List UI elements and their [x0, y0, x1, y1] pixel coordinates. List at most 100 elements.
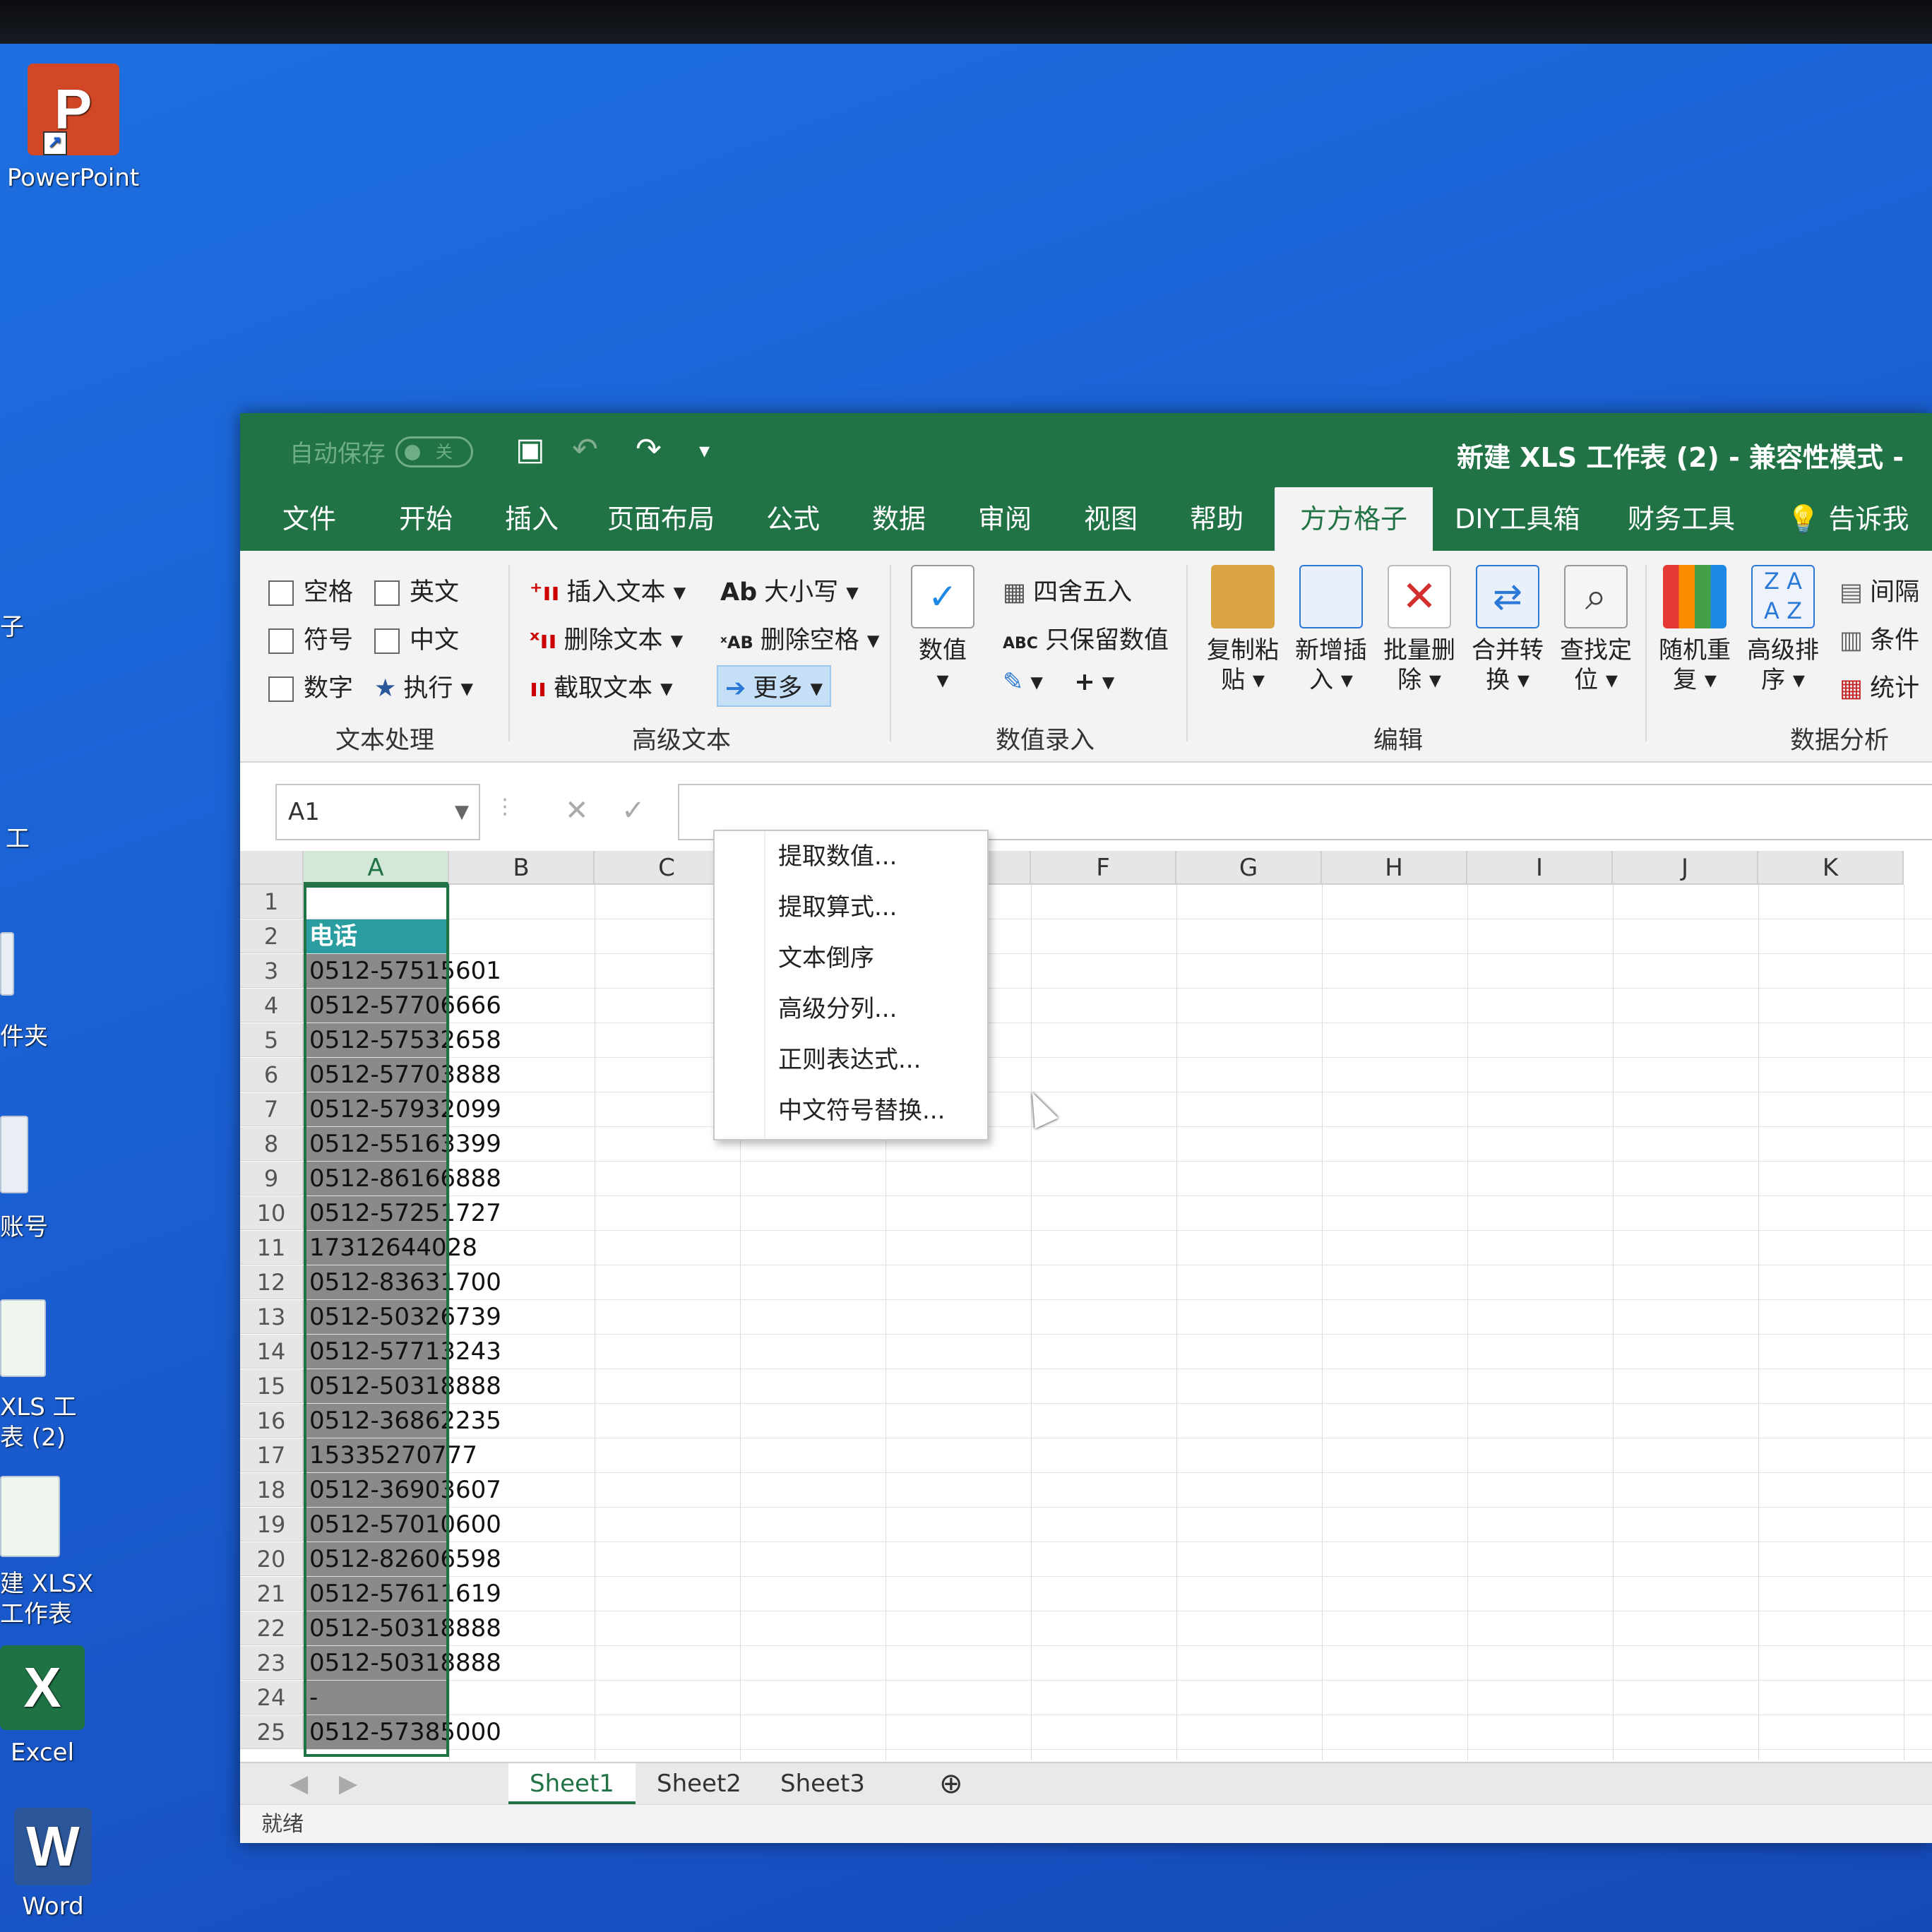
menu-item-extract-number[interactable]: 提取数值...	[715, 831, 987, 882]
row-header[interactable]: 22	[240, 1611, 304, 1645]
tab-tell-me[interactable]: 💡 告诉我你	[1787, 487, 1932, 598]
table-cell[interactable]: 0512-57385000	[305, 1715, 501, 1749]
menu-item-chinese-symbol-replace[interactable]: 中文符号替换...	[715, 1085, 987, 1136]
add-sheet-icon[interactable]: ⊕	[918, 1763, 984, 1804]
column-header[interactable]: I	[1467, 851, 1613, 885]
row-header[interactable]: 14	[240, 1335, 304, 1368]
column-header[interactable]: G	[1176, 851, 1322, 885]
row-header[interactable]: 8	[240, 1127, 304, 1161]
row-header[interactable]: 6	[240, 1058, 304, 1092]
advanced-sort-button[interactable]: Z AA Z 高级排序 ▾	[1741, 565, 1825, 695]
table-cell[interactable]	[305, 885, 446, 919]
tab-diy-toolbox[interactable]: DIY工具箱	[1455, 487, 1580, 551]
table-cell[interactable]: 0512-57932099	[305, 1092, 501, 1126]
table-cell[interactable]: 0512-57532658	[305, 1023, 501, 1057]
interval-button[interactable]: ▤ 间隔	[1839, 572, 1919, 608]
table-cell[interactable]: 0512-57706666	[305, 989, 501, 1022]
table-cell[interactable]: 0512-83631700	[305, 1265, 501, 1299]
confirm-entry-icon[interactable]: ✓	[621, 794, 645, 827]
menu-item-reverse-text[interactable]: 文本倒序	[715, 933, 987, 984]
tab-review[interactable]: 审阅	[978, 487, 1032, 551]
menu-item-advanced-split[interactable]: 高级分列...	[715, 984, 987, 1034]
table-cell[interactable]: 0512-36903607	[305, 1473, 501, 1507]
table-cell[interactable]: 0512-57515601	[305, 954, 501, 988]
row-header[interactable]: 20	[240, 1542, 304, 1576]
row-header[interactable]: 11	[240, 1231, 304, 1265]
sheet-tab-3[interactable]: Sheet3	[759, 1763, 886, 1804]
more-options-icon[interactable]: ⋮	[494, 794, 515, 819]
delete-text-button[interactable]: ˣıı 删除文本 ▾	[530, 620, 683, 656]
table-cell[interactable]: -	[305, 1681, 446, 1715]
column-header[interactable]: H	[1322, 851, 1467, 885]
row-header[interactable]: 13	[240, 1300, 304, 1334]
table-cell[interactable]: 0512-57703888	[305, 1058, 501, 1092]
row-header[interactable]: 15	[240, 1369, 304, 1403]
sheet-tab-2[interactable]: Sheet2	[636, 1763, 763, 1804]
desktop-icon-word[interactable]: W Word	[14, 1808, 92, 1921]
autosave-control[interactable]: 自动保存 关	[290, 434, 473, 469]
random-repeat-button[interactable]: 随机重复 ▾	[1652, 565, 1737, 695]
column-header[interactable]: A	[304, 851, 449, 885]
row-header[interactable]: 1	[240, 885, 304, 919]
execute-button[interactable]: ★ 执行 ▾	[374, 668, 473, 704]
column-header[interactable]: B	[449, 851, 595, 885]
column-header[interactable]: J	[1613, 851, 1758, 885]
column-header[interactable]: F	[1031, 851, 1176, 885]
table-cell[interactable]: 17312644028	[305, 1231, 477, 1265]
insert-text-button[interactable]: ⁺ıı 插入文本 ▾	[530, 572, 686, 608]
row-header[interactable]: 5	[240, 1023, 304, 1057]
spreadsheet-grid[interactable]: ABCDEFGHIJK 1234567891011121314151617181…	[240, 851, 1932, 1762]
table-cell[interactable]: 0512-50318888	[305, 1646, 501, 1680]
table-cell[interactable]: 0512-50326739	[305, 1300, 501, 1334]
case-button[interactable]: Ab 大小写 ▾	[720, 572, 859, 608]
merge-convert-button[interactable]: ⇄ 合并转换 ▾	[1465, 565, 1550, 695]
row-header[interactable]: 10	[240, 1196, 304, 1230]
tab-file[interactable]: 文件	[282, 487, 336, 551]
undo-icon[interactable]: ↶	[572, 431, 598, 467]
table-cell[interactable]: 0512-57251727	[305, 1196, 501, 1230]
keep-value-button[interactable]: ABC 只保留数值	[1003, 620, 1169, 656]
row-header[interactable]: 9	[240, 1162, 304, 1195]
table-cell[interactable]: 0512-50318888	[305, 1611, 501, 1645]
table-cell[interactable]: 15335270777	[305, 1438, 477, 1472]
sheet-tab-1[interactable]: Sheet1	[508, 1763, 636, 1804]
row-header[interactable]: 17	[240, 1438, 304, 1472]
checkbox-english[interactable]: 英文	[374, 572, 459, 608]
table-cell[interactable]: 0512-36862235	[305, 1404, 501, 1438]
table-cell[interactable]: 0512-50318888	[305, 1369, 501, 1403]
row-header[interactable]: 18	[240, 1473, 304, 1507]
row-header[interactable]: 3	[240, 954, 304, 988]
row-header[interactable]: 23	[240, 1646, 304, 1680]
value-button[interactable]: ✓ 数值 ▾	[904, 565, 982, 695]
new-insert-button[interactable]: 新增插入 ▾	[1289, 565, 1373, 695]
condition-button[interactable]: ▥ 条件	[1839, 620, 1919, 656]
tab-home[interactable]: 开始	[399, 487, 453, 551]
row-header[interactable]: 16	[240, 1404, 304, 1438]
row-header[interactable]: 21	[240, 1577, 304, 1611]
save-icon[interactable]: ▣	[515, 431, 545, 467]
row-header[interactable]: 4	[240, 989, 304, 1022]
checkbox-number[interactable]: 数字	[268, 668, 353, 704]
delete-space-button[interactable]: ˣAB 删除空格 ▾	[720, 620, 880, 656]
batch-delete-button[interactable]: ✕ 批量删除 ▾	[1377, 565, 1462, 695]
row-header[interactable]: 2	[240, 919, 304, 953]
table-cell[interactable]: 0512-57713243	[305, 1335, 501, 1368]
checkbox-chinese[interactable]: 中文	[374, 620, 459, 656]
xls-file-icon[interactable]	[0, 1299, 46, 1377]
folder-icon[interactable]	[0, 932, 14, 996]
statistics-button[interactable]: ▦ 统计	[1839, 668, 1919, 704]
table-cell[interactable]: 0512-82606598	[305, 1542, 501, 1576]
desktop-icon-powerpoint[interactable]: P ↗ PowerPoint	[7, 64, 139, 192]
number-tools-row[interactable]: ✎ ▾ + ▾	[1003, 668, 1114, 696]
tab-page-layout[interactable]: 页面布局	[607, 487, 715, 551]
row-header[interactable]: 12	[240, 1265, 304, 1299]
table-cell[interactable]: 0512-86166888	[305, 1162, 501, 1195]
select-all-corner[interactable]	[240, 851, 304, 885]
tab-finance-tools[interactable]: 财务工具	[1628, 487, 1735, 551]
column-header[interactable]: K	[1758, 851, 1904, 885]
row-header[interactable]: 7	[240, 1092, 304, 1126]
chevron-down-icon[interactable]: ▼	[455, 785, 469, 839]
redo-icon[interactable]: ↷	[636, 431, 662, 467]
table-cell[interactable]: 0512-57010600	[305, 1508, 501, 1542]
table-cell[interactable]: 0512-55163399	[305, 1127, 501, 1161]
